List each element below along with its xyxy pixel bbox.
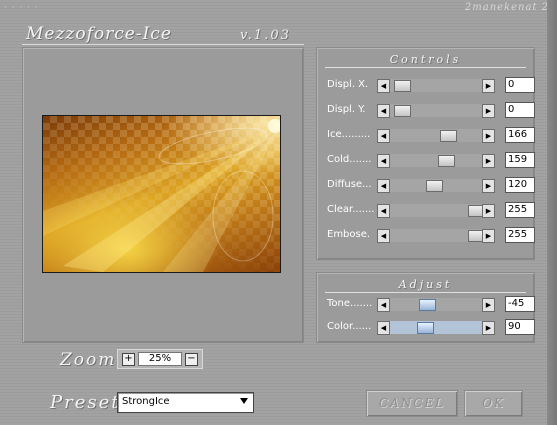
adjust-title-rule: [325, 292, 526, 293]
slider-value-field[interactable]: 255: [505, 202, 535, 218]
chevron-down-icon[interactable]: [240, 398, 248, 404]
controls-title-text: Controls: [389, 53, 462, 66]
ice-checker-pattern: [43, 116, 280, 272]
arrow-left-icon[interactable]: ◀: [377, 321, 390, 335]
slider-track[interactable]: ◀ ▶: [377, 179, 495, 193]
slider-track[interactable]: ◀ ▶: [377, 104, 495, 118]
arrow-right-icon[interactable]: ▶: [482, 104, 495, 118]
arrow-left-icon[interactable]: ◀: [377, 79, 390, 93]
slider-track[interactable]: ◀ ▶: [377, 129, 495, 143]
preview-image: [42, 115, 281, 273]
slider-label: Embose.: [327, 229, 371, 240]
arrow-right-icon[interactable]: ▶: [482, 79, 495, 93]
slider-value-field[interactable]: 90: [505, 319, 535, 335]
slider-row-controls-3: Cold....... ◀ ▶ 159: [327, 152, 537, 168]
zoom-control: + 25% −: [117, 349, 203, 369]
arrow-right-icon[interactable]: ▶: [482, 129, 495, 143]
slider-label: Displ. X.: [327, 79, 369, 90]
slider-thumb[interactable]: [419, 299, 436, 311]
slider-value-field[interactable]: 159: [505, 152, 535, 168]
slider-label: Diffuse...: [327, 179, 372, 190]
slider-label: Ice.........: [327, 129, 371, 140]
zoom-label: Zoom: [60, 350, 117, 370]
arrow-right-icon[interactable]: ▶: [482, 204, 495, 218]
slider-thumb[interactable]: [394, 80, 411, 92]
slider-track[interactable]: ◀ ▶: [377, 321, 495, 335]
slider-row-controls-6: Embose. ◀ ▶ 255: [327, 227, 537, 243]
brand-label: 2manekenat 2: [464, 2, 549, 13]
arrow-right-icon[interactable]: ▶: [482, 321, 495, 335]
arrow-left-icon[interactable]: ◀: [377, 204, 390, 218]
arrow-right-icon[interactable]: ▶: [482, 154, 495, 168]
adjust-title-text: Adjust: [398, 278, 453, 291]
preset-label: Preset: [50, 392, 121, 413]
controls-title-rule: [325, 67, 526, 68]
slider-thumb[interactable]: [440, 130, 457, 142]
slider-value-field[interactable]: 255: [505, 227, 535, 243]
slider-label: Displ. Y.: [327, 104, 366, 115]
slider-value-field[interactable]: -45: [505, 296, 535, 312]
slider-value-field[interactable]: 0: [505, 102, 535, 118]
version-label: v.1.03: [240, 28, 291, 43]
arrow-left-icon[interactable]: ◀: [377, 179, 390, 193]
zoom-in-button[interactable]: +: [122, 353, 135, 366]
ok-button[interactable]: OK: [464, 390, 523, 417]
cancel-button[interactable]: CANCEL: [366, 390, 458, 417]
slider-thumb[interactable]: [417, 322, 434, 334]
zoom-value: 25%: [138, 352, 182, 366]
slider-thumb[interactable]: [438, 155, 455, 167]
preset-dropdown[interactable]: StrongIce: [117, 392, 254, 413]
slider-row-adjust-1: Color...... ◀ ▶ 90: [327, 319, 537, 335]
slider-track[interactable]: ◀ ▶: [377, 298, 495, 312]
slider-thumb[interactable]: [394, 105, 411, 117]
slider-label: Clear.......: [327, 204, 375, 215]
arrow-right-icon[interactable]: ▶: [482, 179, 495, 193]
slider-row-controls-2: Ice......... ◀ ▶ 166: [327, 127, 537, 143]
arrow-left-icon[interactable]: ◀: [377, 154, 390, 168]
slider-label: Cold.......: [327, 154, 372, 165]
slider-value-field[interactable]: 0: [505, 77, 535, 93]
preset-selected-value: StrongIce: [122, 396, 170, 407]
adjust-panel: Adjust Tone....... ◀ ▶ -45 Color...... ◀ ▶ 90: [316, 272, 535, 343]
slider-track[interactable]: ◀ ▶: [377, 229, 495, 243]
adjust-title: Adjust: [325, 278, 526, 293]
app-title: Mezzoforce-Ice: [26, 24, 172, 44]
arrow-right-icon[interactable]: ▶: [482, 298, 495, 312]
slider-row-controls-5: Clear....... ◀ ▶ 255: [327, 202, 537, 218]
slider-value-field[interactable]: 120: [505, 177, 535, 193]
arrow-left-icon[interactable]: ◀: [377, 129, 390, 143]
slider-row-adjust-0: Tone....... ◀ ▶ -45: [327, 296, 537, 312]
controls-panel: Controls Displ. X. ◀ ▶ 0 Displ. Y. ◀ ▶ 0 Ice....…: [316, 47, 535, 260]
slider-row-controls-4: Diffuse... ◀ ▶ 120: [327, 177, 537, 193]
arrow-left-icon[interactable]: ◀: [377, 229, 390, 243]
top-bar: · · · · · 2manekenat 2: [0, 0, 557, 14]
slider-row-controls-1: Displ. Y. ◀ ▶ 0: [327, 102, 537, 118]
slider-label: Color......: [327, 321, 372, 332]
zoom-out-button[interactable]: −: [185, 353, 198, 366]
arrow-left-icon[interactable]: ◀: [377, 298, 390, 312]
slider-value-field[interactable]: 166: [505, 127, 535, 143]
title-divider: [22, 44, 304, 45]
slider-label: Tone.......: [327, 298, 373, 309]
window-right-edge: [547, 0, 557, 425]
slider-track[interactable]: ◀ ▶: [377, 79, 495, 93]
slider-thumb[interactable]: [426, 180, 443, 192]
arrow-left-icon[interactable]: ◀: [377, 104, 390, 118]
window-dots: · · · · ·: [4, 3, 39, 13]
slider-row-controls-0: Displ. X. ◀ ▶ 0: [327, 77, 537, 93]
controls-title: Controls: [325, 53, 526, 68]
arrow-right-icon[interactable]: ▶: [482, 229, 495, 243]
slider-track[interactable]: ◀ ▶: [377, 204, 495, 218]
slider-track[interactable]: ◀ ▶: [377, 154, 495, 168]
